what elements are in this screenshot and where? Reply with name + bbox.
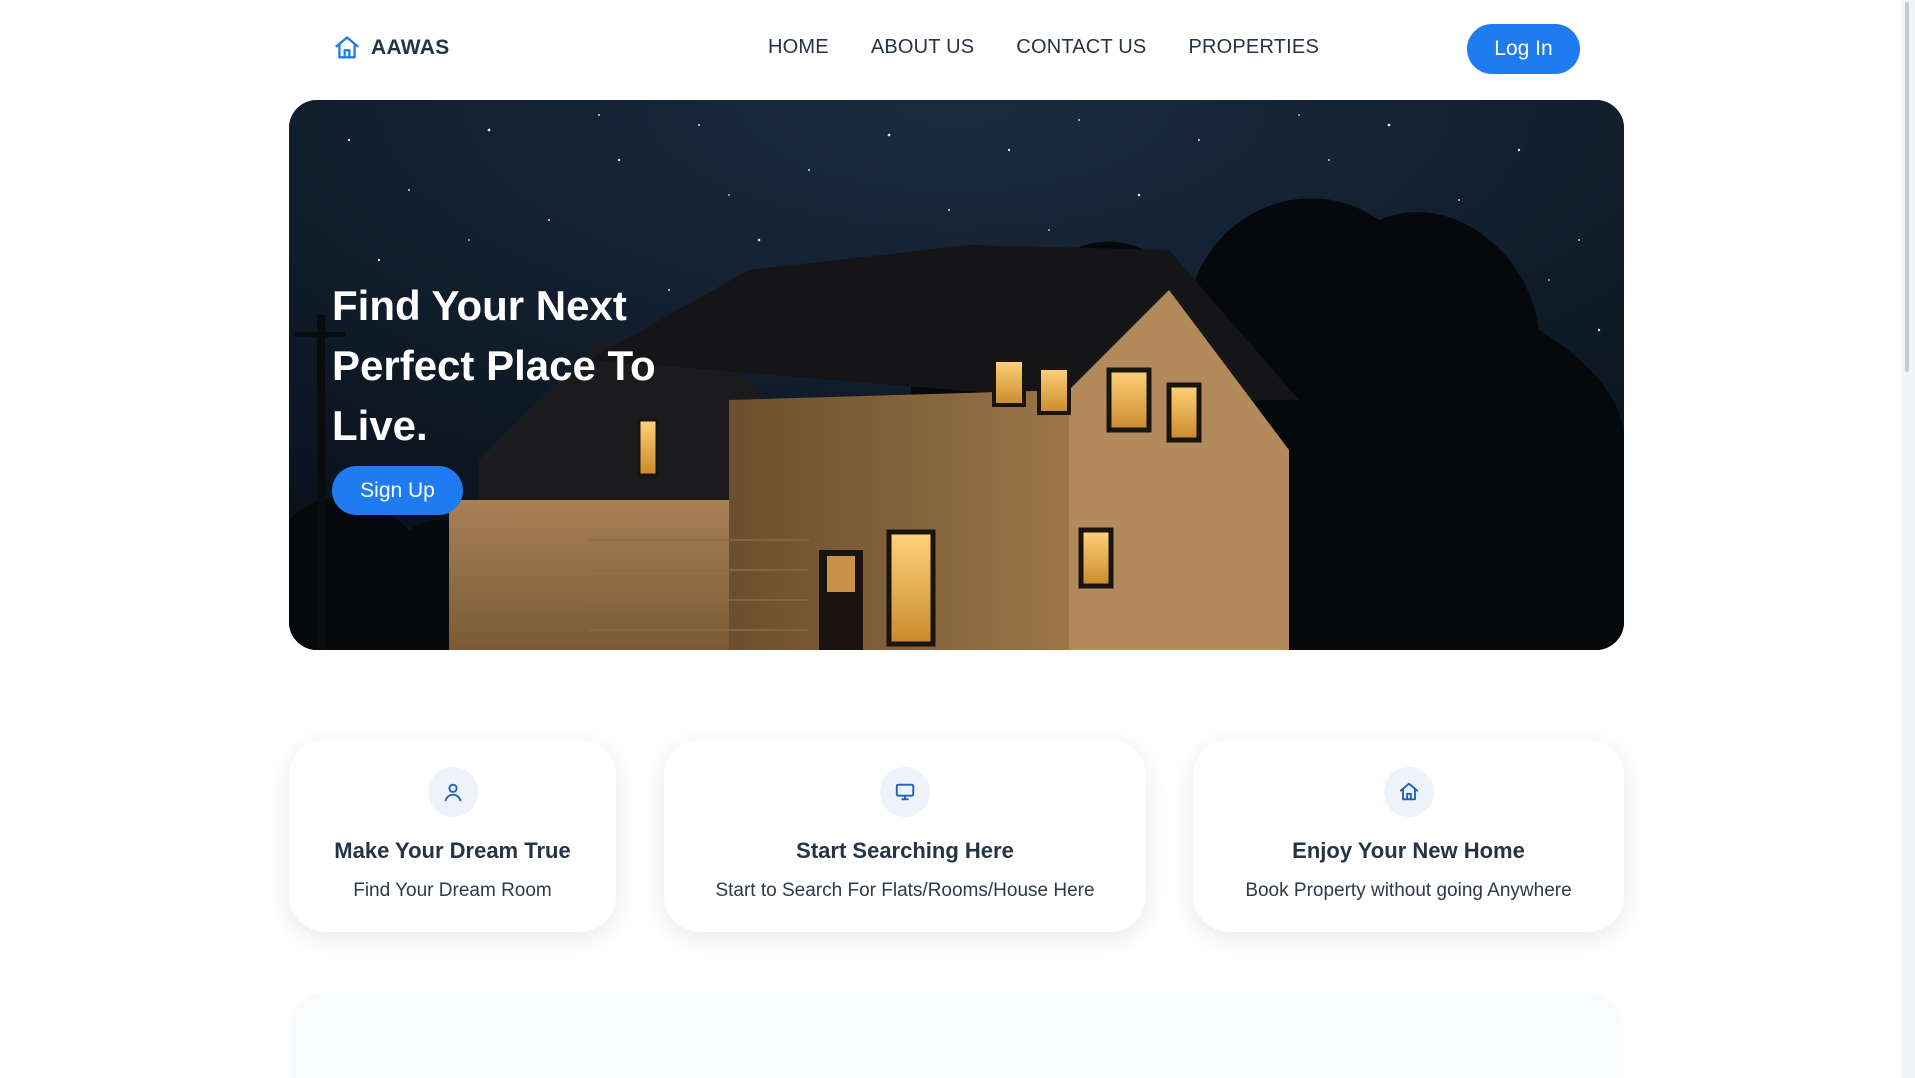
nav-link-about-us[interactable]: ABOUT US	[871, 36, 974, 59]
feature-card-home: Enjoy Your New Home Book Property withou…	[1193, 740, 1624, 932]
feature-card-dream: Make Your Dream True Find Your Dream Roo…	[289, 740, 616, 932]
feature-text: Find Your Dream Room	[353, 880, 552, 901]
feature-icon-badge	[427, 767, 478, 817]
signup-button[interactable]: Sign Up	[332, 466, 463, 515]
top-navbar: AAWAS HOME ABOUT US CONTACT US PROPERTIE…	[0, 0, 1901, 100]
feature-title: Enjoy Your New Home	[1292, 838, 1525, 863]
home-icon	[1399, 782, 1418, 801]
brand-name: AAWAS	[371, 36, 450, 59]
hero-banner: Find Your Next Perfect Place To Live. Si…	[289, 100, 1624, 650]
user-icon	[444, 783, 461, 802]
monitor-icon	[895, 783, 915, 801]
hero-title: Find Your Next Perfect Place To Live.	[332, 282, 656, 449]
scrollbar-thumb[interactable]	[1905, 2, 1909, 372]
feature-text: Start to Search For Flats/Rooms/House He…	[715, 880, 1095, 901]
feature-title: Make Your Dream True	[334, 838, 571, 863]
feature-text: Book Property without going Anywhere	[1245, 880, 1572, 901]
home-icon	[335, 36, 359, 59]
nav-link-contact-us[interactable]: CONTACT US	[1016, 36, 1146, 59]
feature-icon-badge	[1383, 767, 1434, 817]
page-scrollbar[interactable]	[1901, 0, 1915, 1078]
login-button[interactable]: Log In	[1467, 24, 1580, 74]
nav-link-home[interactable]: HOME	[768, 36, 829, 59]
feature-icon-badge	[880, 767, 930, 817]
feature-card-search: Start Searching Here Start to Search For…	[664, 740, 1146, 932]
feature-title: Start Searching Here	[796, 838, 1014, 863]
main-navigation: HOME ABOUT US CONTACT US PROPERTIES	[768, 36, 1319, 59]
nav-link-properties[interactable]: PROPERTIES	[1188, 36, 1319, 59]
brand-logo[interactable]: AAWAS	[333, 34, 450, 62]
next-section-panel	[289, 992, 1624, 1078]
